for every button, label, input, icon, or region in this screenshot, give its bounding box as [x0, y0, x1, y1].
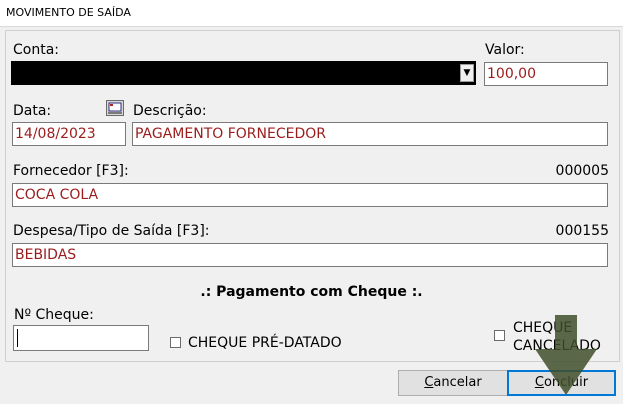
- despesa-label: Despesa/Tipo de Saída [F3]:: [13, 223, 210, 239]
- calendar-icon[interactable]: [106, 100, 124, 116]
- cheque-predatado-checkbox[interactable]: [170, 337, 181, 348]
- arrow-down-icon: [535, 315, 597, 395]
- chevron-down-icon[interactable]: ▼: [460, 64, 474, 82]
- descricao-field[interactable]: PAGAMENTO FORNECEDOR: [132, 122, 608, 146]
- data-field[interactable]: 14/08/2023: [12, 122, 126, 146]
- title-bar: MOVIMENTO DE SAÍDA: [0, 0, 623, 27]
- despesa-code: 000155: [555, 223, 609, 239]
- valor-label: Valor:: [485, 42, 525, 58]
- fornecedor-code: 000005: [555, 163, 609, 179]
- cheque-section-title: .: Pagamento com Cheque :.: [200, 284, 423, 300]
- valor-field[interactable]: 100,00: [484, 62, 608, 86]
- cancel-button-label: ancelar: [433, 375, 482, 390]
- cheque-number-field[interactable]: [13, 325, 149, 351]
- cheque-cancelado-checkbox[interactable]: [494, 330, 505, 341]
- descricao-label: Descrição:: [133, 103, 207, 119]
- window-title: MOVIMENTO DE SAÍDA: [6, 6, 131, 19]
- cancel-button[interactable]: Cancelar: [398, 370, 508, 396]
- fornecedor-field[interactable]: COCA COLA: [12, 183, 608, 207]
- fornecedor-label: Fornecedor [F3]:: [13, 163, 129, 179]
- text-caret: [17, 329, 18, 347]
- cheque-predatado-label: CHEQUE PRÉ-DATADO: [188, 335, 342, 351]
- conta-label: Conta:: [13, 42, 59, 58]
- data-label: Data:: [13, 103, 52, 119]
- conta-combobox[interactable]: ▼: [11, 61, 476, 85]
- cheque-number-label: Nº Cheque:: [14, 307, 94, 323]
- despesa-field[interactable]: BEBIDAS: [12, 243, 608, 267]
